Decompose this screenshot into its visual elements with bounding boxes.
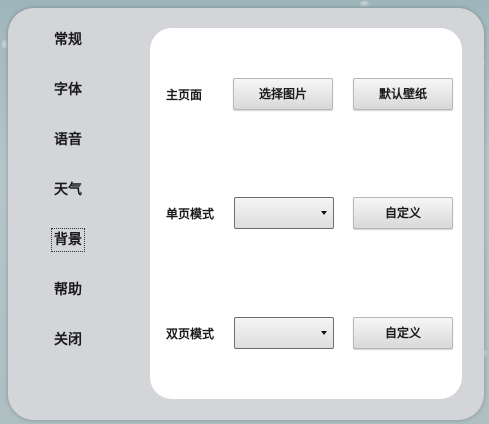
dropdown-arrow-icon	[321, 331, 327, 335]
settings-sidebar: 常规 字体 语音 天气 背景 帮助 关闭	[8, 8, 148, 420]
double-page-mode-label: 双页模式	[166, 327, 215, 341]
background-settings-panel: 主页面 选择图片 默认壁纸 单页模式 自定义 双页模式 自定义	[150, 28, 462, 399]
double-page-mode-dropdown[interactable]	[234, 317, 334, 349]
dropdown-arrow-icon	[321, 211, 327, 215]
single-page-mode-label: 单页模式	[166, 207, 215, 221]
sidebar-item-background[interactable]: 背景	[51, 228, 85, 252]
sidebar-item-font[interactable]: 字体	[53, 80, 83, 100]
main-page-label: 主页面	[166, 88, 203, 102]
background-droplet	[360, 1, 370, 7]
select-image-button[interactable]: 选择图片	[233, 78, 333, 110]
sidebar-item-close[interactable]: 关闭	[53, 330, 83, 350]
default-wallpaper-button[interactable]: 默认壁纸	[353, 78, 453, 110]
double-page-custom-button[interactable]: 自定义	[353, 317, 453, 349]
sidebar-item-voice[interactable]: 语音	[53, 130, 83, 150]
sidebar-item-help[interactable]: 帮助	[53, 280, 83, 300]
sidebar-item-weather[interactable]: 天气	[53, 180, 83, 200]
sidebar-item-general[interactable]: 常规	[53, 30, 83, 50]
single-page-custom-button[interactable]: 自定义	[353, 197, 453, 229]
settings-window: 常规 字体 语音 天气 背景 帮助 关闭 主页面 选择图片 默认壁纸 单页模式 …	[8, 8, 484, 420]
single-page-mode-dropdown[interactable]	[234, 197, 334, 229]
